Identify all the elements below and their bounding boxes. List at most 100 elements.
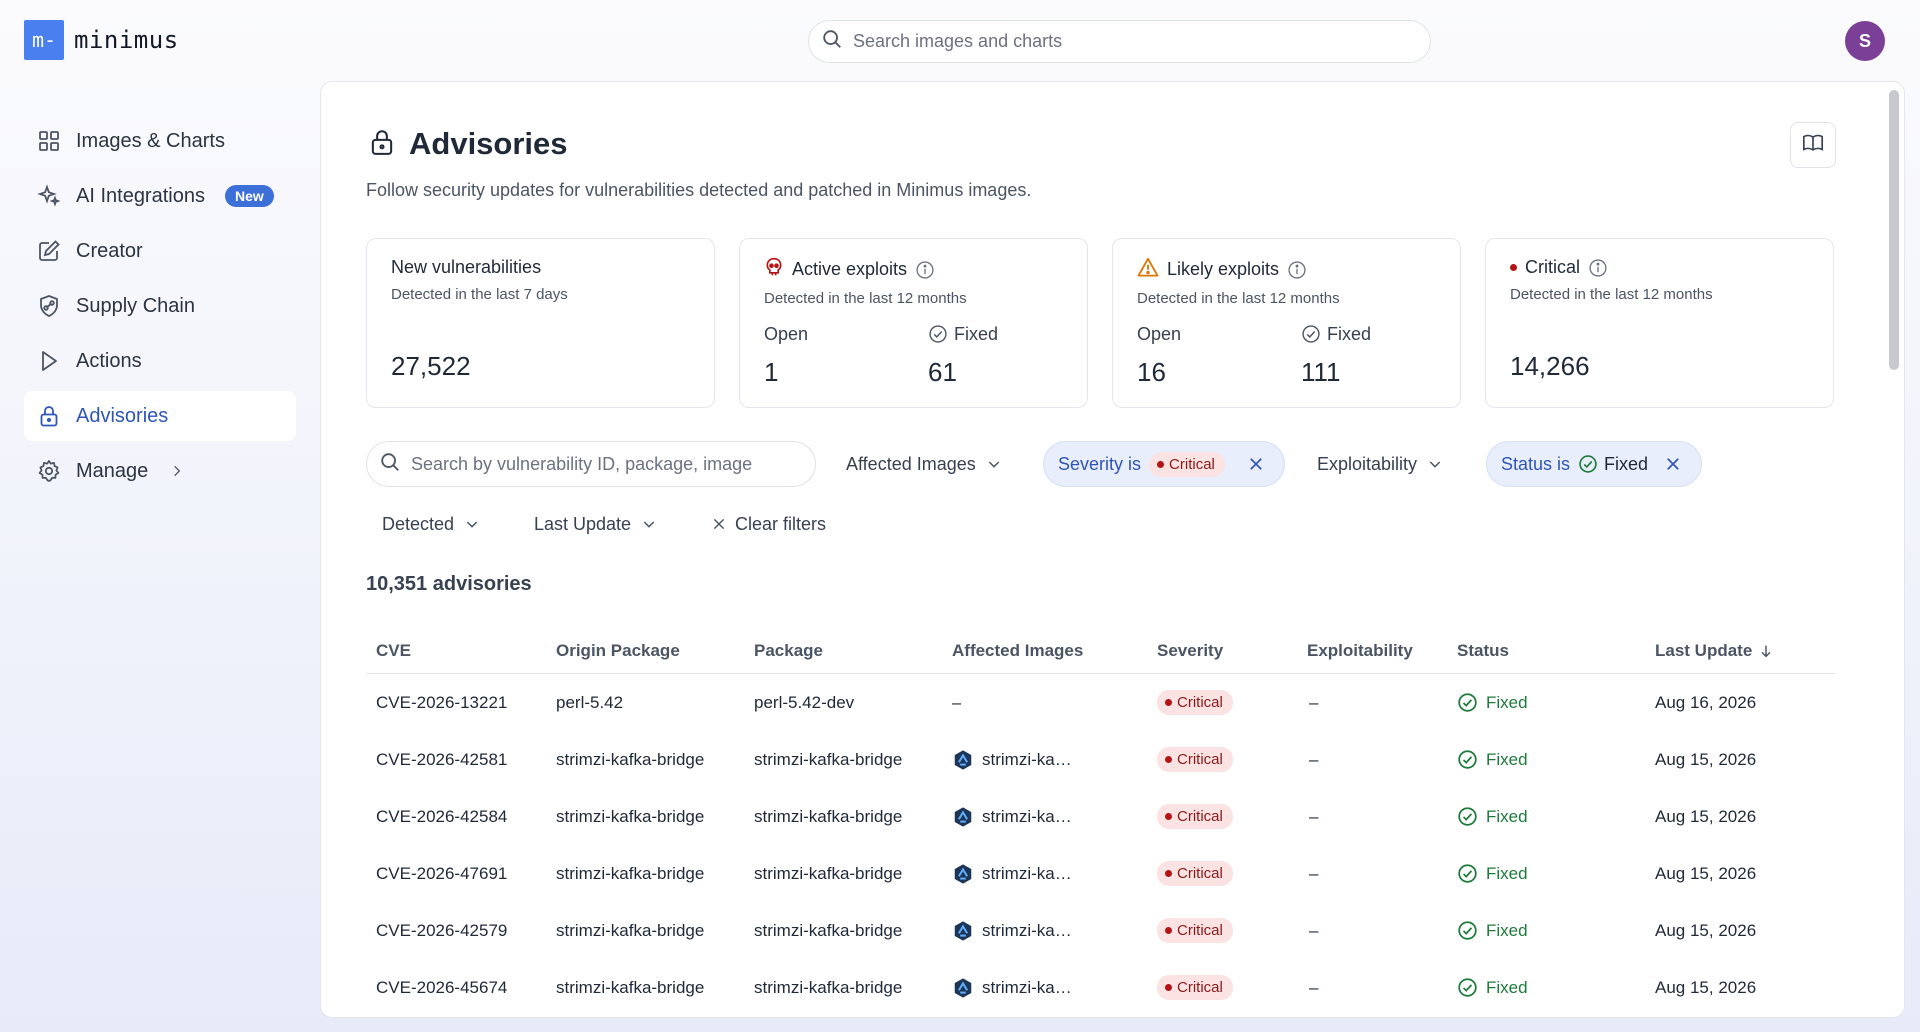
cve-id[interactable]: CVE-2026-45674: [366, 978, 546, 998]
exploitability-dropdown[interactable]: Exploitability: [1305, 441, 1455, 487]
affected-image-name[interactable]: strimzi-kafka-bridge: [982, 750, 1072, 770]
cve-id[interactable]: CVE-2026-42581: [366, 750, 546, 770]
affected-image-name[interactable]: strimzi-kafka-bridge: [982, 807, 1072, 827]
check-circle-icon: [928, 324, 948, 344]
sidebar-item-label: Creator: [76, 239, 143, 262]
table-row[interactable]: CVE-2026-47691 strimzi-kafka-bridge stri…: [366, 845, 1836, 902]
card-likely-exploits[interactable]: Likely exploits Detected in the last 12 …: [1112, 238, 1461, 408]
cve-id[interactable]: CVE-2026-47691: [366, 864, 546, 884]
column-header[interactable]: Status: [1447, 641, 1645, 661]
card-subtitle: Detected in the last 7 days: [391, 286, 568, 303]
top-bar: m- minimus S: [0, 0, 1920, 80]
severity-filter-chip[interactable]: Severity is Critical: [1043, 441, 1285, 487]
table-row[interactable]: CVE-2026-42581 strimzi-kafka-bridge stri…: [366, 731, 1836, 788]
last-update-date: Aug 15, 2026: [1655, 863, 1757, 883]
card-subtitle: Detected in the last 12 months: [1137, 290, 1340, 307]
status-fixed: Fixed: [1457, 863, 1645, 884]
cve-id[interactable]: CVE-2026-42584: [366, 807, 546, 827]
severity-pill: Critical: [1157, 804, 1233, 829]
sidebar-item-manage[interactable]: Manage: [24, 446, 296, 496]
dropdown-label: Detected: [382, 513, 455, 534]
advisory-search-input[interactable]: [411, 453, 801, 475]
docs-button[interactable]: [1790, 122, 1836, 168]
sidebar-item-actions[interactable]: Actions: [24, 336, 296, 386]
cve-id[interactable]: CVE-2026-13221: [366, 693, 546, 713]
close-icon[interactable]: [1664, 455, 1682, 473]
fixed-label-row: Fixed: [1301, 323, 1371, 345]
column-header[interactable]: Origin Package: [546, 641, 744, 661]
affected-image: strimzi-kafka-bridge: [942, 920, 1147, 942]
card-new-vulnerabilities[interactable]: New vulnerabilities Detected in the last…: [366, 238, 715, 408]
logo[interactable]: m- minimus: [24, 20, 179, 60]
card-title-row: Active exploits: [764, 257, 1063, 282]
affected-image-name[interactable]: strimzi-kafka-bridge: [982, 921, 1072, 941]
last-update-date: Aug 15, 2026: [1655, 977, 1757, 997]
table-row[interactable]: CVE-2026-13221 perl-5.42 perl-5.42-dev –…: [366, 674, 1836, 731]
close-icon[interactable]: [1247, 455, 1265, 473]
exploitability: –: [1309, 977, 1319, 997]
global-search[interactable]: [808, 20, 1431, 63]
advisory-search[interactable]: [366, 441, 816, 487]
card-active-exploits[interactable]: Active exploits Detected in the last 12 …: [739, 238, 1088, 408]
affected-images-dropdown[interactable]: Affected Images: [834, 441, 1014, 487]
card-critical[interactable]: Critical Detected in the last 12 months …: [1485, 238, 1834, 408]
severity-pill: Critical: [1157, 975, 1233, 1000]
card-subtitle: Detected in the last 12 months: [1510, 286, 1713, 303]
avatar[interactable]: S: [1845, 21, 1885, 61]
column-header[interactable]: Affected Images: [942, 641, 1147, 661]
package: strimzi-kafka-bridge: [754, 749, 903, 769]
table-row[interactable]: CVE-2026-45674 strimzi-kafka-bridge stri…: [366, 959, 1836, 1016]
table-body: CVE-2026-13221 perl-5.42 perl-5.42-dev –…: [366, 674, 1836, 1016]
affected-image-name[interactable]: strimzi-kafka-bridge: [982, 978, 1072, 998]
severity-pill: Critical: [1157, 861, 1233, 886]
status-filter-chip[interactable]: Status is Fixed: [1486, 441, 1702, 487]
card-value: 14,266: [1510, 351, 1590, 381]
column-header[interactable]: CVE: [366, 641, 546, 661]
column-header[interactable]: Exploitability: [1297, 641, 1447, 661]
last-update-date: Aug 16, 2026: [1655, 692, 1757, 712]
table-row[interactable]: CVE-2026-42584 strimzi-kafka-bridge stri…: [366, 788, 1836, 845]
lock-icon: [369, 128, 395, 161]
detected-dropdown[interactable]: Detected: [370, 501, 492, 547]
gear-icon: [36, 458, 62, 484]
sidebar-item-ai-integrations[interactable]: AI Integrations New: [24, 171, 296, 221]
affected-image-name[interactable]: strimzi-kafka-bridge: [982, 864, 1072, 884]
origin-package: perl-5.42: [556, 692, 624, 712]
scrollbar-thumb[interactable]: [1889, 90, 1899, 370]
cve-id[interactable]: CVE-2026-42579: [366, 921, 546, 941]
info-icon[interactable]: [915, 260, 935, 280]
severity-pill: Critical: [1157, 747, 1233, 772]
fixed-label-row: Fixed: [928, 323, 998, 345]
dropdown-label: Last Update: [534, 513, 632, 534]
severity-label: Critical: [1177, 922, 1223, 939]
sidebar-item-advisories[interactable]: Advisories: [24, 391, 296, 441]
last-update-dropdown[interactable]: Last Update: [522, 501, 669, 547]
arrow-down-icon: [1758, 643, 1774, 659]
card-value: 27,522: [391, 351, 471, 381]
info-icon[interactable]: [1588, 258, 1608, 278]
card-title-row: Critical: [1510, 257, 1809, 278]
sidebar: Images & Charts AI Integrations New Crea…: [24, 116, 296, 501]
sidebar-item-label: Images & Charts: [76, 129, 225, 152]
clear-filters-button[interactable]: Clear filters: [699, 501, 838, 547]
column-header[interactable]: Severity: [1147, 641, 1297, 661]
sidebar-item-images-charts[interactable]: Images & Charts: [24, 116, 296, 166]
dropdown-label: Exploitability: [1317, 453, 1418, 474]
fixed-stat: Fixed 111: [1301, 323, 1371, 388]
origin-package: strimzi-kafka-bridge: [556, 863, 705, 883]
card-title: Likely exploits: [1167, 259, 1280, 279]
status-label: Fixed: [1486, 692, 1528, 712]
sidebar-item-creator[interactable]: Creator: [24, 226, 296, 276]
open-stat: Open 16: [1137, 323, 1181, 388]
affected-image-name[interactable]: –: [952, 693, 961, 713]
status-label: Fixed: [1486, 920, 1528, 940]
clear-filters-label: Clear filters: [735, 513, 827, 534]
column-header[interactable]: Package: [744, 641, 942, 661]
column-header-sorted[interactable]: Last Update: [1645, 641, 1836, 661]
severity-label: Critical: [1177, 979, 1223, 996]
global-search-input[interactable]: [853, 31, 1393, 52]
info-icon[interactable]: [1287, 260, 1307, 280]
table-row[interactable]: CVE-2026-42579 strimzi-kafka-bridge stri…: [366, 902, 1836, 959]
fixed-label: Fixed: [954, 323, 999, 344]
sidebar-item-supply-chain[interactable]: Supply Chain: [24, 281, 296, 331]
